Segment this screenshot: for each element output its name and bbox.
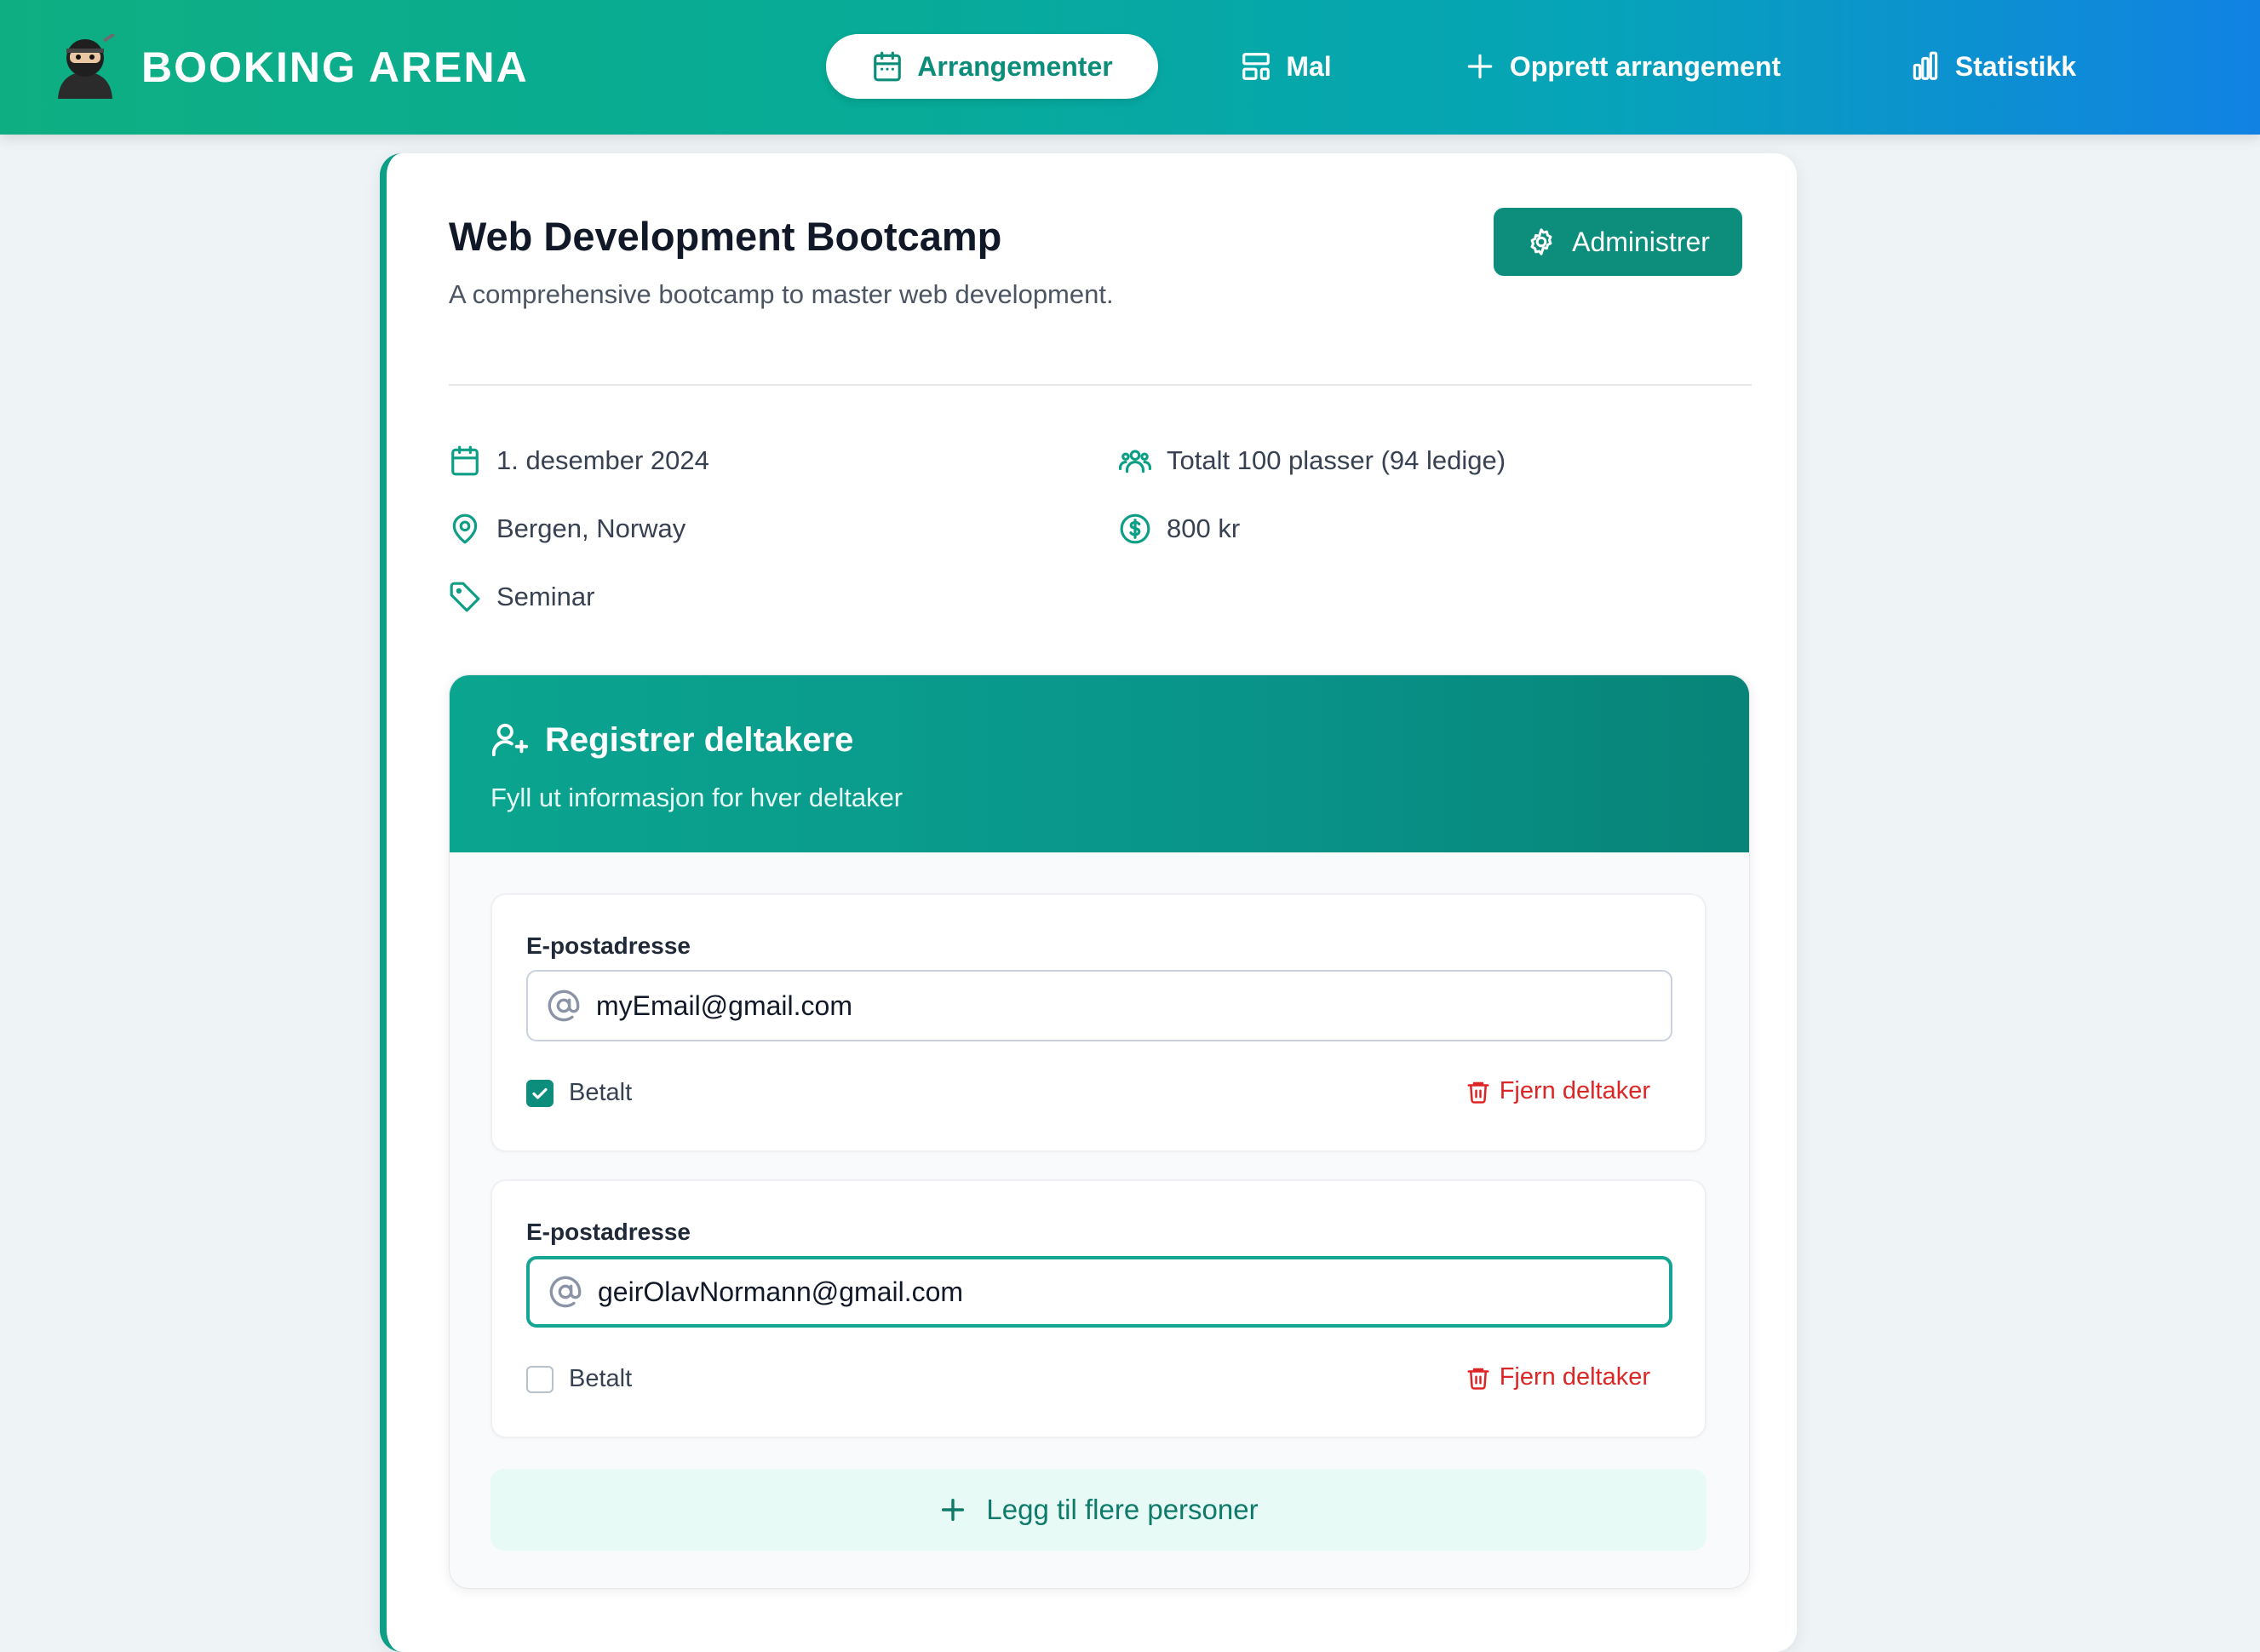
paid-label: Betalt bbox=[569, 1365, 633, 1392]
event-capacity-text: Totalt 100 plasser (94 ledige) bbox=[1167, 445, 1506, 475]
plus-icon bbox=[1467, 54, 1493, 79]
event-title: Web Development Bootcamp bbox=[449, 214, 1002, 259]
event-date-text: 1. desember 2024 bbox=[496, 445, 709, 475]
participant-card: E-postadresse Betalt Fjern deltaker bbox=[490, 893, 1706, 1152]
trash-icon bbox=[1467, 1081, 1489, 1104]
email-label: E-postadresse bbox=[526, 1219, 691, 1245]
event-price-text: 800 kr bbox=[1167, 513, 1241, 543]
admin-label: Administrer bbox=[1572, 226, 1710, 257]
event-description: A comprehensive bootcamp to master web d… bbox=[449, 279, 1114, 309]
layout-template-icon bbox=[1242, 53, 1271, 80]
user-plus-icon bbox=[491, 723, 529, 757]
administrer-button[interactable]: Administrer bbox=[1494, 208, 1742, 276]
remove-participant-button[interactable]: Fjern deltaker bbox=[1466, 1363, 1650, 1391]
ninja-logo-icon bbox=[58, 34, 116, 99]
add-more-participants-button[interactable]: Legg til flere personer bbox=[490, 1469, 1706, 1551]
divider bbox=[449, 384, 1752, 386]
paid-checkbox-row[interactable]: Betalt bbox=[526, 1365, 632, 1393]
registration-title-text: Registrer deltakere bbox=[545, 721, 854, 759]
event-capacity: Totalt 100 plasser (94 ledige) bbox=[1119, 445, 1506, 477]
remove-label: Fjern deltaker bbox=[1499, 1363, 1650, 1391]
paid-label: Betalt bbox=[569, 1079, 633, 1106]
nav-opprett-arrangement[interactable]: Opprett arrangement bbox=[1448, 34, 1797, 99]
gear-icon bbox=[1530, 228, 1552, 255]
registration-title: Registrer deltakere bbox=[490, 718, 853, 762]
nav-label: Statistikk bbox=[1954, 50, 2077, 82]
remove-participant-button[interactable]: Fjern deltaker bbox=[1466, 1077, 1650, 1105]
top-navbar: BOOKING ARENA Arrangementer Mal Opprett … bbox=[0, 0, 2260, 135]
participant-card: E-postadresse Betalt Fjern deltaker bbox=[490, 1179, 1706, 1438]
event-price: 800 kr bbox=[1119, 513, 1240, 545]
email-field[interactable] bbox=[598, 1259, 1654, 1324]
nav-statistikk[interactable]: Statistikk bbox=[1899, 34, 2086, 99]
nav-label: Opprett arrangement bbox=[1509, 50, 1781, 82]
trash-icon bbox=[1467, 1368, 1489, 1390]
registration-subtitle: Fyll ut informasjon for hver deltaker bbox=[490, 783, 903, 812]
paid-checkbox-row[interactable]: Betalt bbox=[526, 1079, 632, 1107]
event-location-text: Bergen, Norway bbox=[496, 513, 686, 543]
map-pin-icon bbox=[452, 513, 478, 544]
registration-header: Registrer deltakere Fyll ut informasjon … bbox=[450, 675, 1749, 852]
tag-icon bbox=[450, 582, 480, 612]
at-sign-icon bbox=[549, 1276, 582, 1308]
nav-mal[interactable]: Mal bbox=[1226, 34, 1345, 99]
event-location: Bergen, Norway bbox=[449, 513, 685, 545]
nav-label: Mal bbox=[1286, 50, 1332, 82]
brand-title: BOOKING ARENA bbox=[141, 43, 529, 91]
plus-icon bbox=[942, 1498, 965, 1522]
email-field-wrapper bbox=[526, 970, 1672, 1041]
dollar-circle-icon bbox=[1120, 513, 1150, 544]
event-category: Seminar bbox=[449, 581, 594, 613]
users-icon bbox=[1119, 450, 1151, 473]
event-card: Web Development Bootcamp A comprehensive… bbox=[380, 153, 1797, 1652]
calendar-icon bbox=[451, 445, 479, 476]
calendar-icon bbox=[874, 51, 902, 82]
add-more-label: Legg til flere personer bbox=[986, 1494, 1259, 1525]
email-label: E-postadresse bbox=[526, 932, 691, 959]
email-field-wrapper bbox=[526, 1256, 1672, 1328]
remove-label: Fjern deltaker bbox=[1499, 1077, 1650, 1104]
check-icon bbox=[532, 1087, 548, 1099]
email-field[interactable] bbox=[596, 972, 1652, 1040]
paid-checkbox[interactable] bbox=[526, 1079, 554, 1107]
nav-label: Arrangementer bbox=[917, 50, 1113, 82]
nav-arrangementer[interactable]: Arrangementer bbox=[826, 34, 1158, 99]
registration-panel: Registrer deltakere Fyll ut informasjon … bbox=[449, 674, 1750, 1589]
event-category-text: Seminar bbox=[496, 582, 595, 611]
event-date: 1. desember 2024 bbox=[449, 445, 709, 477]
paid-checkbox[interactable] bbox=[526, 1365, 554, 1393]
bar-chart-icon bbox=[1913, 51, 1938, 80]
at-sign-icon bbox=[548, 989, 580, 1022]
